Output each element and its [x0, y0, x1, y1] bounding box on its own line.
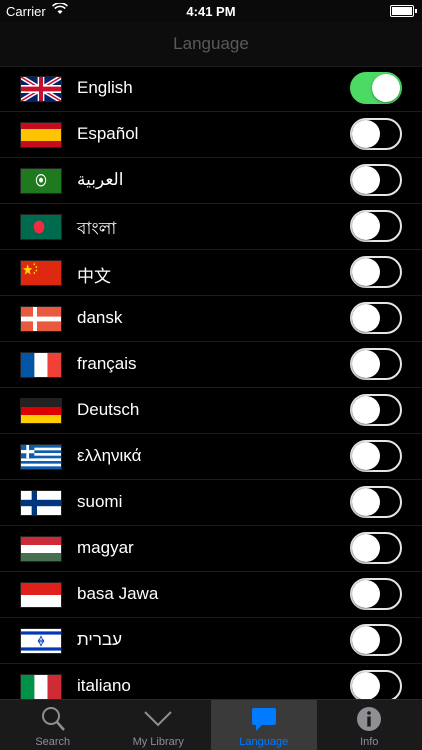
germany-flag-icon: [20, 398, 62, 424]
language-toggle[interactable]: [350, 256, 402, 288]
language-label: English: [77, 78, 133, 97]
israel-flag-icon: [20, 628, 62, 654]
language-row-italian[interactable]: italiano: [0, 664, 422, 700]
language-row-bengali[interactable]: বাংলা: [0, 204, 422, 250]
language-toggle[interactable]: [350, 210, 402, 242]
language-label: italiano: [77, 676, 131, 695]
language-label: বাংলা: [77, 219, 117, 238]
language-row-greek[interactable]: ελληνικά: [0, 434, 422, 480]
language-label: suomi: [77, 492, 123, 511]
greece-flag-icon: [20, 444, 62, 470]
language-toggle[interactable]: [350, 394, 402, 426]
tab-language[interactable]: Language: [211, 700, 317, 750]
language-label: basa Jawa: [77, 584, 159, 603]
arab-league-flag-icon: [20, 168, 62, 194]
chevron-down-icon: [143, 705, 173, 733]
tab-label: Search: [35, 736, 71, 748]
navigation-bar: Language: [0, 22, 422, 67]
language-toggle[interactable]: [350, 118, 402, 150]
language-label: עברית: [77, 630, 122, 649]
language-toggle[interactable]: [350, 440, 402, 472]
language-row-arabic[interactable]: العربية: [0, 158, 422, 204]
language-toggle[interactable]: [350, 72, 402, 104]
language-toggle[interactable]: [350, 302, 402, 334]
italy-flag-icon: [20, 674, 62, 700]
language-label: dansk: [77, 308, 123, 327]
language-row-danish[interactable]: dansk: [0, 296, 422, 342]
denmark-flag-icon: [20, 306, 62, 332]
language-label: français: [77, 354, 137, 373]
uk-flag-icon: [20, 76, 62, 102]
language-label: magyar: [77, 538, 134, 557]
language-row-javanese[interactable]: basa Jawa: [0, 572, 422, 618]
info-icon: [354, 705, 384, 733]
status-bar: Carrier 4:41 PM: [0, 0, 422, 22]
language-toggle[interactable]: [350, 164, 402, 196]
language-toggle[interactable]: [350, 532, 402, 564]
tab-search[interactable]: Search: [0, 700, 106, 750]
finland-flag-icon: [20, 490, 62, 516]
language-row-hungarian[interactable]: magyar: [0, 526, 422, 572]
language-toggle[interactable]: [350, 670, 402, 700]
france-flag-icon: [20, 352, 62, 378]
language-toggle[interactable]: [350, 348, 402, 380]
tab-label: Language: [239, 736, 289, 748]
language-row-chinese[interactable]: 中文: [0, 250, 422, 296]
language-row-english[interactable]: English: [0, 66, 422, 112]
clock: 4:41 PM: [186, 4, 236, 19]
language-label: ελληνικά: [77, 446, 142, 465]
language-row-hebrew[interactable]: עברית: [0, 618, 422, 664]
language-toggle[interactable]: [350, 486, 402, 518]
search-icon: [38, 705, 68, 733]
tab-label: My Library: [132, 736, 184, 748]
indonesia-flag-icon: [20, 582, 62, 608]
language-row-french[interactable]: français: [0, 342, 422, 388]
tab-info[interactable]: Info: [317, 700, 422, 750]
bangladesh-flag-icon: [20, 214, 62, 240]
speech-bubble-icon: [249, 705, 279, 733]
language-toggle[interactable]: [350, 578, 402, 610]
language-label: Deutsch: [77, 400, 140, 419]
language-label: Español: [77, 124, 139, 143]
hungary-flag-icon: [20, 536, 62, 562]
language-row-spanish[interactable]: Español: [0, 112, 422, 158]
tab-bar: Search My Library Language Info: [0, 699, 422, 750]
page-title: Language: [173, 34, 249, 53]
language-row-finnish[interactable]: suomi: [0, 480, 422, 526]
language-toggle[interactable]: [350, 624, 402, 656]
language-label: العربية: [77, 170, 124, 189]
china-flag-icon: [20, 260, 62, 286]
tab-my-library[interactable]: My Library: [106, 700, 212, 750]
spain-flag-icon: [20, 122, 62, 148]
language-row-german[interactable]: Deutsch: [0, 388, 422, 434]
language-label: 中文: [77, 267, 111, 286]
battery-icon: [390, 5, 417, 17]
language-list[interactable]: English Español العربية বাংলা 中文 dansk f…: [0, 66, 422, 700]
tab-label: Info: [360, 736, 379, 748]
